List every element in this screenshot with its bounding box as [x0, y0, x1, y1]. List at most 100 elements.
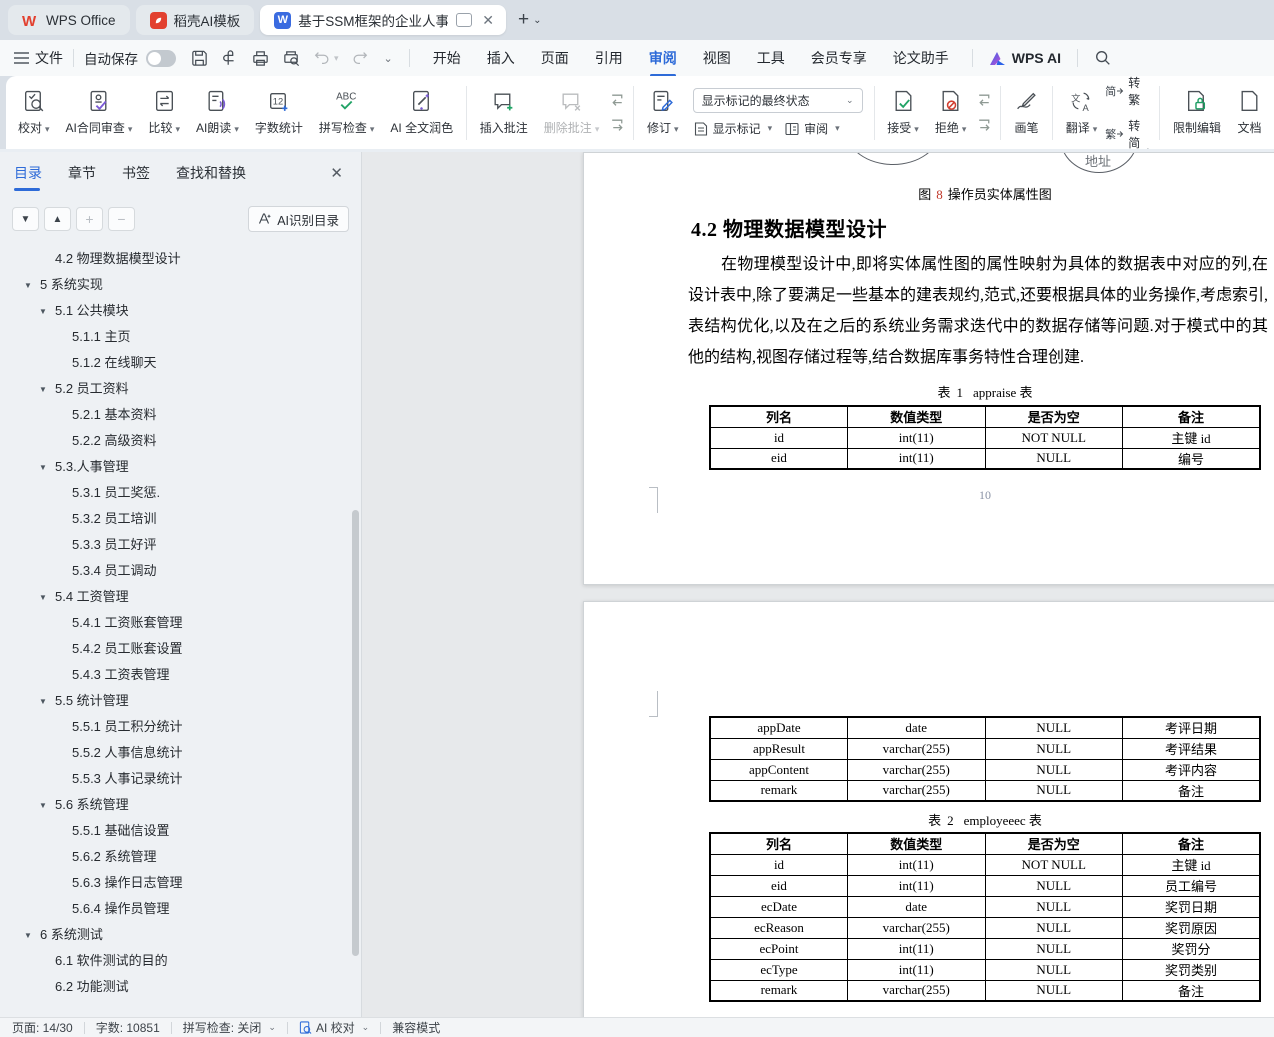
toc-item[interactable]: 5.2.1 基本资料: [0, 402, 361, 428]
toc-item[interactable]: ▼5 系统实现: [0, 272, 361, 298]
menu-item-tools[interactable]: 工具: [757, 48, 785, 68]
track-changes-button[interactable]: 修订▾: [639, 85, 687, 140]
restrict-editing-button[interactable]: 限制编辑: [1165, 85, 1229, 140]
undo-icon[interactable]: ▾: [313, 49, 339, 67]
print-preview-icon[interactable]: [282, 49, 301, 68]
sidebar-tab-chapters[interactable]: 章节: [68, 163, 96, 183]
export-pdf-icon[interactable]: [221, 49, 239, 68]
to-traditional-button[interactable]: 简 转繁: [1105, 76, 1140, 108]
menu-item-view[interactable]: 视图: [703, 48, 731, 68]
redo-icon[interactable]: [351, 49, 369, 67]
status-ai-proofread[interactable]: AI 校对⌄: [299, 1019, 369, 1036]
next-change-icon[interactable]: [976, 117, 993, 134]
toc-zoom-in-button[interactable]: +: [76, 207, 103, 231]
file-menu[interactable]: 文件: [14, 48, 63, 68]
toc-item[interactable]: 5.5.2 人事信息统计: [0, 740, 361, 766]
sidebar-tab-bookmarks[interactable]: 书签: [122, 163, 150, 183]
toc-expand-down-button[interactable]: ▼: [12, 207, 39, 231]
tab-current-document[interactable]: W 基于SSM框架的企业人事薪酬 ✕: [260, 5, 506, 35]
print-icon[interactable]: [251, 49, 270, 68]
toc-item[interactable]: 6.2 功能测试: [0, 974, 361, 1000]
document-canvas[interactable]: 地址 图8操作员实体属性图 4.2 物理数据模型设计 在物理模型设计中,即将实体…: [362, 152, 1274, 1017]
toc-item[interactable]: ▼5.4 工资管理: [0, 584, 361, 610]
toc-zoom-out-button[interactable]: −: [108, 207, 135, 231]
accept-button[interactable]: 接受▾: [879, 85, 927, 140]
toc-item[interactable]: 5.3.3 员工好评: [0, 532, 361, 558]
word-count-button[interactable]: 12 字数统计: [247, 85, 311, 140]
status-spellcheck[interactable]: 拼写检查: 关闭⌄: [183, 1019, 276, 1036]
menu-item-paper-helper[interactable]: 论文助手: [893, 48, 949, 68]
collapse-arrow-icon[interactable]: ▼: [39, 455, 47, 481]
insert-comment-button[interactable]: 插入批注: [472, 85, 536, 140]
toc-item[interactable]: ▼6 系统测试: [0, 922, 361, 948]
ai-read-aloud-button[interactable]: AI朗读▾: [188, 85, 247, 140]
menu-item-reference[interactable]: 引用: [595, 48, 623, 68]
show-markup-button[interactable]: 显示标记▾: [693, 120, 773, 137]
collapse-arrow-icon[interactable]: ▼: [39, 299, 47, 325]
tab-wps-office[interactable]: W WPS Office: [8, 5, 130, 35]
tab-docer-template[interactable]: 稻壳AI模板: [136, 5, 255, 35]
next-comment-icon[interactable]: [609, 117, 626, 134]
quickbar-more-caret-icon[interactable]: ⌄: [381, 52, 393, 65]
autosave-toggle[interactable]: [146, 50, 176, 67]
collapse-arrow-icon[interactable]: ▼: [24, 273, 32, 299]
reader-mode-icon[interactable]: [456, 13, 472, 27]
document-page-2[interactable]: appDatedateNULL考评日期 appResultvarchar(255…: [583, 601, 1274, 1017]
toc-item[interactable]: 5.5.1 员工积分统计: [0, 714, 361, 740]
delete-comment-button[interactable]: 删除批注▾: [536, 85, 608, 140]
toc-item[interactable]: 6.1 软件测试的目的: [0, 948, 361, 974]
ink-pen-button[interactable]: 画笔: [1006, 85, 1047, 140]
sidebar-tab-contents[interactable]: 目录: [14, 163, 42, 183]
status-word-count[interactable]: 字数: 10851: [96, 1019, 160, 1036]
toc-item[interactable]: 4.2 物理数据模型设计: [0, 246, 361, 272]
wps-ai-menu[interactable]: WPS AI: [989, 50, 1061, 66]
translate-button[interactable]: 文A 翻译▾: [1058, 85, 1106, 140]
toc-item[interactable]: ▼5.6 系统管理: [0, 792, 361, 818]
close-tab-icon[interactable]: ✕: [478, 12, 498, 29]
document-page-1[interactable]: 地址 图8操作员实体属性图 4.2 物理数据模型设计 在物理模型设计中,即将实体…: [583, 152, 1274, 585]
toc-item[interactable]: ▼5.3.人事管理: [0, 454, 361, 480]
review-pane-button[interactable]: 审阅▾: [784, 120, 840, 137]
toc-item[interactable]: 5.6.4 操作员管理: [0, 896, 361, 922]
proofread-button[interactable]: 校对▾: [10, 85, 58, 140]
menu-item-member[interactable]: 会员专享: [811, 48, 867, 68]
ai-polish-button[interactable]: AI 全文润色: [382, 85, 461, 140]
markup-state-select[interactable]: 显示标记的最终状态⌄: [693, 88, 863, 113]
tab-list-caret-icon[interactable]: ⌄: [533, 15, 541, 26]
document-permission-button[interactable]: 文档: [1229, 85, 1270, 140]
toc-collapse-up-button[interactable]: ▲: [44, 207, 71, 231]
ai-contract-review-button[interactable]: AI合同审查▾: [58, 85, 141, 140]
sidebar-tab-find-replace[interactable]: 查找和替换: [176, 163, 246, 183]
toc-item[interactable]: 5.2.2 高级资料: [0, 428, 361, 454]
collapse-arrow-icon[interactable]: ▼: [39, 689, 47, 715]
new-tab-button[interactable]: +: [518, 9, 529, 31]
search-icon[interactable]: [1094, 49, 1112, 67]
ai-recognize-toc-button[interactable]: AI识别目录: [248, 206, 349, 232]
previous-change-icon[interactable]: [976, 92, 993, 109]
compare-button[interactable]: 比较▾: [140, 85, 188, 140]
collapse-arrow-icon[interactable]: ▼: [39, 377, 47, 403]
toc-item[interactable]: 5.4.3 工资表管理: [0, 662, 361, 688]
menu-item-page[interactable]: 页面: [541, 48, 569, 68]
toc-item[interactable]: 5.4.2 员工账套设置: [0, 636, 361, 662]
menu-item-home[interactable]: 开始: [433, 48, 461, 68]
toc-item[interactable]: 5.1.2 在线聊天: [0, 350, 361, 376]
toc-item[interactable]: ▼5.5 统计管理: [0, 688, 361, 714]
menu-item-insert[interactable]: 插入: [487, 48, 515, 68]
spell-check-button[interactable]: ABC 拼写检查▾: [311, 85, 383, 140]
toc-item[interactable]: 5.6.3 操作日志管理: [0, 870, 361, 896]
toc-item[interactable]: 5.1.1 主页: [0, 324, 361, 350]
collapse-arrow-icon[interactable]: ▼: [39, 585, 47, 611]
toc-item[interactable]: 5.3.2 员工培训: [0, 506, 361, 532]
toc-item[interactable]: 5.6.2 系统管理: [0, 844, 361, 870]
status-page-indicator[interactable]: 页面: 14/30: [12, 1019, 73, 1036]
save-icon[interactable]: [190, 49, 209, 68]
toc-item[interactable]: 5.3.4 员工调动: [0, 558, 361, 584]
toc-item[interactable]: 5.5.1 基础信设置: [0, 818, 361, 844]
to-simplified-button[interactable]: 繁 转简: [1105, 117, 1140, 149]
sidebar-scrollbar[interactable]: [352, 510, 359, 956]
toc-item[interactable]: 5.5.3 人事记录统计: [0, 766, 361, 792]
previous-comment-icon[interactable]: [609, 92, 626, 109]
toc-item[interactable]: 5.3.1 员工奖惩.: [0, 480, 361, 506]
toc-item[interactable]: ▼5.2 员工资料: [0, 376, 361, 402]
